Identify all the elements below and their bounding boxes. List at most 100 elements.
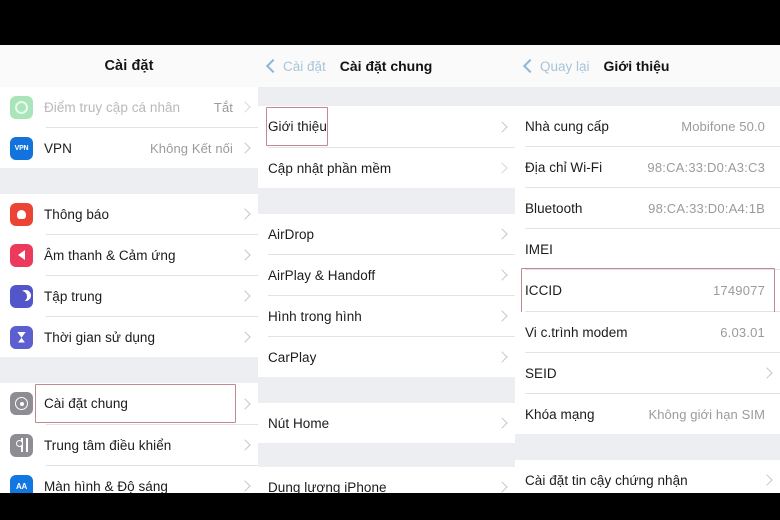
list-item-value: Mobifone 50.0 [681, 118, 765, 134]
pane-general: Cài đặt Cài đặt chung Giới thiệu Cập nhậ… [258, 45, 515, 493]
list-item-label: AirPlay & Handoff [268, 267, 376, 283]
back-button-label: Quay lại [540, 58, 590, 74]
page-title: Giới thiệu [603, 58, 670, 74]
list-item-label: Bluetooth [525, 200, 583, 216]
list-item-bluetooth[interactable]: Bluetooth 98:CA:33:D0:A4:1B [515, 188, 780, 228]
chevron-right-icon [239, 142, 251, 154]
chevron-right-icon [239, 208, 251, 220]
list-item-sounds[interactable]: Âm thanh & Cảm ứng [0, 235, 258, 275]
list-item-value: 98:CA:33:D0:A4:1B [648, 200, 765, 216]
list-item-vpn[interactable]: VPN VPN Không Kết nối [0, 128, 258, 168]
chevron-right-icon [496, 481, 508, 493]
letterbox-top [0, 0, 780, 45]
chevron-right-icon [239, 290, 251, 302]
list-item-display[interactable]: AA Màn hình & Độ sáng [0, 466, 258, 493]
gear-icon [10, 392, 33, 415]
page-title: Cài đặt chung [339, 58, 433, 74]
moon-icon [10, 284, 33, 308]
general-list: Giới thiệu Cập nhật phần mềm AirDrop Air… [258, 87, 515, 493]
back-button-label: Cài đặt [283, 58, 326, 74]
group-gap [258, 443, 515, 467]
list-item-picture-in-picture[interactable]: Hình trong hình [258, 296, 515, 336]
list-item-home-button[interactable]: Nút Home [258, 403, 515, 443]
screenshot-root: Cài đặt Điểm truy cập cá nhân Tắt VPN VP… [0, 0, 780, 520]
chevron-right-icon [496, 120, 508, 133]
list-item-seid[interactable]: SEID [515, 353, 780, 393]
pane-settings: Cài đặt Điểm truy cập cá nhân Tắt VPN VP… [0, 45, 258, 493]
list-item-value: 1749077 [712, 283, 765, 298]
letterbox-bottom [0, 493, 780, 520]
list-item-label: Cập nhật phần mềm [268, 160, 392, 176]
list-item-certificate-trust[interactable]: Cài đặt tin cậy chứng nhận [515, 460, 780, 493]
chevron-right-icon [761, 474, 773, 486]
hotspot-icon [10, 95, 33, 119]
list-item-carplay[interactable]: CarPlay [258, 337, 515, 377]
list-item-label: Nhà cung cấp [525, 118, 609, 134]
list-item-software-update[interactable]: Cập nhật phần mềm [258, 148, 515, 188]
list-item-hotspot[interactable]: Điểm truy cập cá nhân Tắt [0, 87, 258, 127]
list-item-label: ICCID [525, 283, 562, 298]
group-gap [0, 357, 258, 383]
bell-icon [10, 202, 33, 226]
page-title: Cài đặt [104, 58, 154, 74]
group-gap [258, 377, 515, 403]
list-item-airplay-handoff[interactable]: AirPlay & Handoff [258, 255, 515, 295]
back-button[interactable]: Cài đặt [258, 59, 326, 74]
group-gap [515, 434, 780, 460]
list-item-general[interactable]: Cài đặt chung [0, 383, 258, 424]
list-item-imei[interactable]: IMEI [515, 229, 780, 269]
list-item-label: Cài đặt tin cậy chứng nhận [525, 472, 688, 488]
list-item-label: Khóa mạng [525, 406, 595, 422]
settings-list: Điểm truy cập cá nhân Tắt VPN VPN Không … [0, 87, 258, 493]
chevron-right-icon [239, 101, 251, 113]
list-item-label: IMEI [525, 241, 553, 257]
group-gap [0, 168, 258, 194]
vpn-icon: VPN [10, 136, 33, 160]
list-item-about[interactable]: Giới thiệu [258, 106, 515, 147]
list-item-label: Cài đặt chung [44, 396, 128, 411]
display-icon: AA [10, 474, 33, 493]
group-gap [515, 87, 780, 106]
control-center-icon [10, 433, 33, 457]
list-item-value: Không giới hạn SIM [648, 406, 765, 422]
chevron-right-icon [761, 367, 773, 379]
chevron-left-icon [265, 58, 281, 74]
chevron-right-icon [239, 439, 251, 451]
list-item-airdrop[interactable]: AirDrop [258, 214, 515, 254]
list-item-value: Tắt [213, 99, 233, 115]
list-item-screen-time[interactable]: Thời gian sử dụng [0, 317, 258, 357]
back-button[interactable]: Quay lại [515, 59, 590, 74]
list-item-label: Nút Home [268, 415, 330, 431]
list-item-label: Màn hình & Độ sáng [44, 478, 168, 494]
list-item-carrier[interactable]: Nhà cung cấp Mobifone 50.0 [515, 106, 780, 146]
list-item-network-lock[interactable]: Khóa mạng Không giới hạn SIM [515, 394, 780, 434]
list-item-label: Điểm truy cập cá nhân [44, 99, 181, 115]
list-item-label: VPN [44, 140, 72, 156]
chevron-right-icon [239, 331, 251, 343]
group-gap [258, 87, 515, 106]
list-item-wifi-address[interactable]: Địa chỉ Wi-Fi 98:CA:33:D0:A3:C3 [515, 147, 780, 187]
chevron-right-icon [239, 397, 251, 410]
list-item-label: Vi c.trình modem [525, 324, 628, 340]
list-item-label: CarPlay [268, 349, 317, 365]
list-item-label: Tập trung [44, 288, 103, 304]
list-item-modem-firmware[interactable]: Vi c.trình modem 6.03.01 [515, 312, 780, 352]
list-item-iphone-storage[interactable]: Dung lượng iPhone [258, 467, 515, 493]
chevron-right-icon [496, 162, 508, 174]
chevron-right-icon [239, 249, 251, 261]
list-item-control-center[interactable]: Trung tâm điều khiển [0, 425, 258, 465]
list-item-label: Thời gian sử dụng [44, 329, 156, 345]
chevron-right-icon [496, 351, 508, 363]
list-item-notifications[interactable]: Thông báo [0, 194, 258, 234]
list-item-value: Không Kết nối [150, 140, 233, 156]
chevron-right-icon [496, 417, 508, 429]
hourglass-icon [10, 325, 33, 349]
list-item-focus[interactable]: Tập trung [0, 276, 258, 316]
header-settings: Cài đặt [0, 45, 258, 87]
header-about: Quay lại Giới thiệu [515, 45, 780, 87]
list-item-iccid[interactable]: ICCID 1749077 [515, 268, 780, 313]
group-gap [258, 188, 515, 214]
speaker-icon [10, 243, 33, 267]
header-general: Cài đặt Cài đặt chung [258, 45, 515, 87]
pane-about: Quay lại Giới thiệu Nhà cung cấp Mobifon… [515, 45, 780, 493]
